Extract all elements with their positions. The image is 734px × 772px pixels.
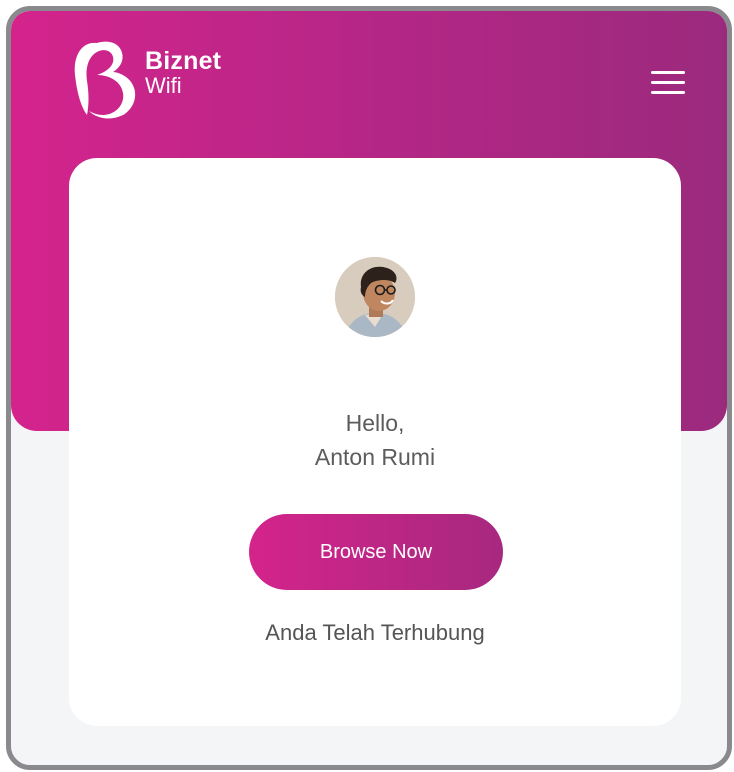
user-name: Anton Rumi [314, 444, 436, 470]
browse-now-button[interactable]: Browse Now [249, 514, 503, 590]
biznet-logo: Biznet Wifi [67, 35, 221, 121]
menu-line [651, 81, 685, 84]
menu-line [651, 71, 685, 74]
device-frame: Biznet Wifi Hello, Anton Rumi Browse Now… [6, 6, 732, 770]
welcome-card: Hello, Anton Rumi Browse Now Anda Telah … [69, 158, 681, 726]
menu-line [651, 91, 685, 94]
greeting-hello: Hello, [345, 410, 405, 436]
avatar [335, 257, 415, 337]
hamburger-menu-icon[interactable] [651, 71, 685, 99]
connection-status: Anda Telah Terhubung [265, 620, 485, 645]
logo-text: Biznet Wifi [145, 49, 221, 97]
brand-name: Biznet [145, 47, 222, 75]
greeting-text: Hello, Anton Rumi [69, 406, 681, 474]
brand-sub: Wifi [145, 73, 182, 98]
user-photo-icon [335, 257, 415, 337]
biznet-b-logo-icon [74, 41, 136, 119]
